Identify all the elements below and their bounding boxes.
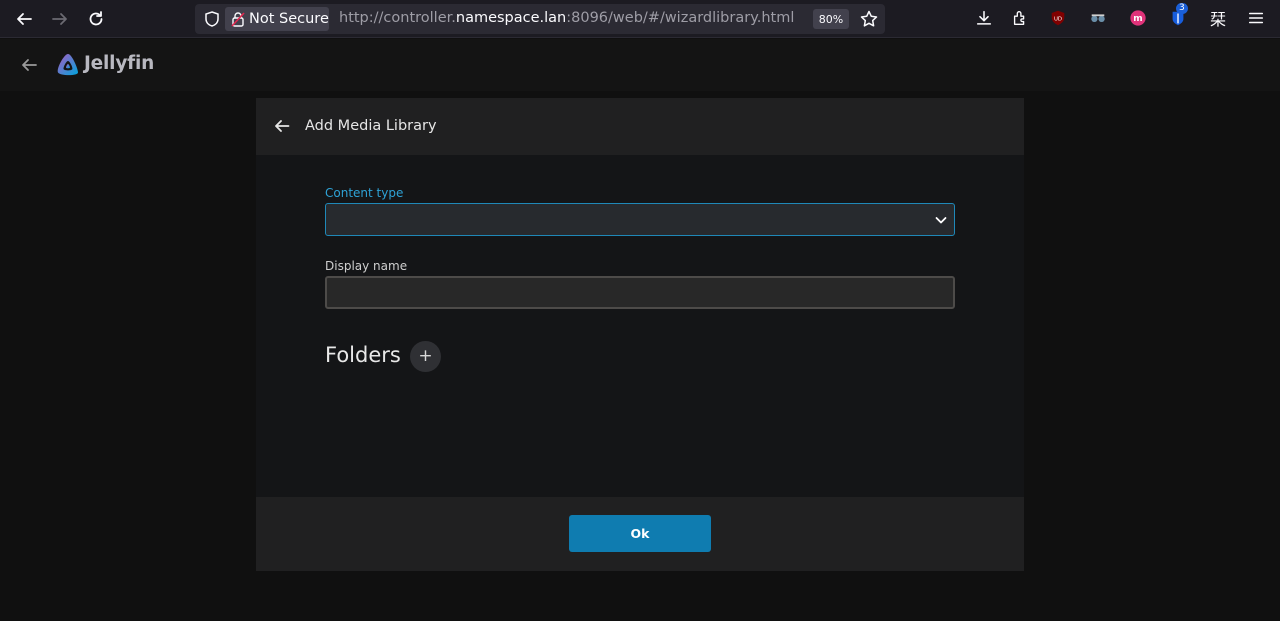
display-name-label: Display name	[325, 259, 408, 273]
url-text[interactable]: http://controller.namespace.lan:8096/web…	[339, 10, 794, 26]
display-name-input[interactable]	[325, 276, 955, 309]
add-media-library-dialog: Add Media Library Content type Display n…	[256, 98, 1024, 571]
shield-icon[interactable]	[203, 10, 221, 28]
not-secure-label: Not Secure	[249, 11, 329, 27]
chevron-down-icon	[935, 217, 947, 224]
content-type-label: Content type	[325, 186, 404, 200]
brand-name[interactable]: Jellyfin	[84, 53, 154, 74]
browser-toolbar: Not Secure http://controller.namespace.l…	[0, 0, 1280, 38]
dialog-back-icon[interactable]	[273, 117, 291, 135]
translate-extension-icon[interactable]: 栞	[1208, 8, 1228, 29]
ok-button[interactable]: Ok	[569, 515, 711, 552]
extensions-icon[interactable]	[1010, 8, 1030, 28]
add-folder-button[interactable]: +	[410, 341, 441, 372]
privacy-icon[interactable]	[1088, 8, 1108, 28]
url-suffix: :8096/web/#/wizardlibrary.html	[566, 10, 795, 26]
download-icon[interactable]	[974, 8, 994, 28]
svg-text:UD: UD	[1054, 16, 1062, 22]
ublock-icon[interactable]: UD	[1048, 8, 1068, 28]
reload-icon[interactable]	[84, 7, 108, 31]
folders-heading: Folders	[325, 343, 401, 367]
dialog-body: Content type Display name Folders +	[256, 155, 1024, 497]
back-icon[interactable]	[12, 7, 36, 31]
url-host: namespace.lan	[455, 10, 567, 26]
forward-icon[interactable]	[48, 7, 72, 31]
star-icon[interactable]	[859, 9, 879, 29]
plus-icon: +	[418, 346, 433, 366]
url-prefix: http://controller.	[339, 10, 456, 26]
header-back-icon[interactable]	[19, 55, 39, 75]
svg-text:m: m	[1133, 14, 1142, 24]
dialog-title: Add Media Library	[305, 118, 437, 134]
menu-icon[interactable]	[1246, 8, 1266, 28]
zoom-level[interactable]: 80%	[813, 9, 849, 29]
content-type-select[interactable]	[325, 203, 955, 236]
extension-badge: 3	[1176, 3, 1188, 14]
dialog-header: Add Media Library	[256, 98, 1024, 155]
app-header: Jellyfin	[0, 39, 1280, 91]
lock-icon	[231, 12, 245, 27]
url-bar[interactable]: Not Secure http://controller.namespace.l…	[195, 4, 885, 34]
extension-m-icon[interactable]: m	[1128, 8, 1148, 28]
dialog-footer: Ok	[256, 497, 1024, 571]
not-secure-indicator[interactable]: Not Secure	[225, 7, 329, 31]
jellyfin-logo-icon[interactable]	[55, 52, 81, 78]
